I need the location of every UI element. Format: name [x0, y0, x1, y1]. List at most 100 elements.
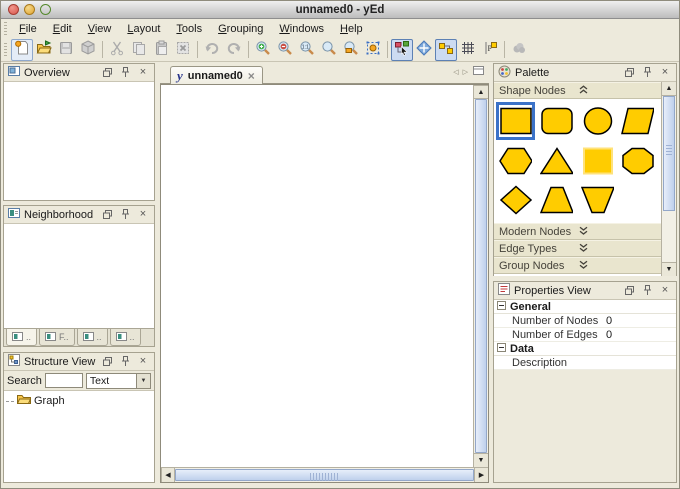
cloud-button[interactable] — [508, 39, 530, 61]
scroll-right-icon[interactable]: ▶ — [474, 468, 488, 482]
navigation-mode-button[interactable] — [413, 39, 435, 61]
palette-scrollbar[interactable]: ▲ ▼ — [661, 82, 676, 276]
vertical-scroll-thumb[interactable] — [475, 99, 487, 453]
redo-button[interactable] — [223, 39, 245, 61]
graph-canvas[interactable] — [161, 85, 473, 467]
zoom-to-area-button[interactable] — [340, 39, 362, 61]
properties-float-button[interactable] — [622, 284, 636, 298]
tab-list-icon[interactable] — [472, 64, 485, 80]
palette-shape-triangle[interactable] — [537, 142, 576, 180]
fit-content-button[interactable] — [318, 39, 340, 61]
save-button[interactable] — [55, 39, 77, 61]
tab-scroll-right-icon[interactable]: ▷ — [463, 68, 468, 76]
palette-shape-ellipse[interactable] — [578, 102, 617, 140]
canvas-horizontal-scrollbar[interactable]: ◀ ▶ — [161, 467, 488, 482]
palette-shape-parallelogram[interactable] — [618, 102, 657, 140]
section-edge-types[interactable]: Edge Types — [494, 240, 661, 257]
overview-float-button[interactable] — [100, 66, 114, 80]
fit-selection-button[interactable] — [362, 39, 384, 61]
menu-grouping[interactable]: Grouping — [210, 21, 271, 37]
neighborhood-close-button[interactable]: × — [136, 208, 150, 222]
properties-pin-button[interactable] — [640, 284, 654, 298]
collapse-box-icon[interactable] — [497, 343, 506, 355]
document-tab-close-icon[interactable]: × — [248, 70, 255, 82]
paste-button[interactable] — [150, 39, 172, 61]
palette-pin-button[interactable] — [640, 66, 654, 80]
structure-pin-button[interactable] — [118, 355, 132, 369]
neighborhood-content[interactable] — [4, 224, 154, 328]
edit-mode-button[interactable] — [391, 39, 413, 61]
section-modern-nodes[interactable]: Modern Nodes — [494, 223, 661, 240]
overview-close-button[interactable]: × — [136, 66, 150, 80]
neighborhood-float-button[interactable] — [100, 208, 114, 222]
structure-close-button[interactable]: × — [136, 355, 150, 369]
open-button[interactable] — [33, 39, 55, 61]
undo-button[interactable] — [201, 39, 223, 61]
palette-shape-octagon[interactable] — [618, 142, 657, 180]
palette-shape-trapezoid[interactable] — [537, 181, 576, 219]
properties-close-button[interactable]: × — [658, 284, 672, 298]
close-window-button[interactable] — [8, 4, 19, 15]
section-shape-nodes[interactable]: Shape Nodes — [494, 82, 661, 99]
search-input[interactable] — [45, 373, 83, 388]
label-placement-button[interactable]: P — [479, 39, 501, 61]
tree-item-graph[interactable]: Graph — [4, 391, 154, 411]
palette-float-button[interactable] — [622, 66, 636, 80]
copy-button[interactable] — [128, 39, 150, 61]
palette-shape-hexagon[interactable] — [496, 142, 535, 180]
minimize-window-button[interactable] — [24, 4, 35, 15]
scroll-up-icon[interactable]: ▲ — [474, 85, 488, 99]
palette-shape-borderless-rectangle[interactable] — [578, 142, 617, 180]
chevron-down-icon[interactable]: ▼ — [136, 374, 150, 388]
palette-shape-inverted-trapezoid[interactable] — [578, 181, 617, 219]
zoom-out-icon — [277, 40, 293, 59]
palette-close-button[interactable]: × — [658, 66, 672, 80]
tab-folder-contents[interactable]: F.. — [39, 329, 75, 346]
menu-layout[interactable]: Layout — [119, 21, 168, 37]
properties-group-data[interactable]: Data — [494, 342, 676, 356]
description-value[interactable] — [602, 356, 676, 369]
toolbar-grip[interactable] — [4, 43, 7, 57]
tab-neighborhood[interactable]: .. — [6, 329, 37, 346]
scroll-down-icon[interactable]: ▼ — [474, 453, 488, 467]
scroll-left-icon[interactable]: ◀ — [161, 468, 175, 482]
zoom-out-button[interactable] — [274, 39, 296, 61]
collapse-box-icon[interactable] — [497, 301, 506, 313]
section-group-nodes[interactable]: Group Nodes — [494, 257, 661, 274]
zoom-in-button[interactable] — [252, 39, 274, 61]
zoom-window-button[interactable] — [40, 4, 51, 15]
delete-button[interactable] — [172, 39, 194, 61]
canvas-vertical-scrollbar[interactable]: ▲ ▼ — [473, 85, 488, 467]
properties-group-general[interactable]: General — [494, 300, 676, 314]
tab-successors[interactable]: .. — [110, 329, 141, 346]
menu-tools[interactable]: Tools — [168, 21, 210, 37]
tab-scroll-left-icon[interactable]: ◁ — [453, 68, 458, 76]
grid-button[interactable] — [457, 39, 479, 61]
palette-shape-rounded-rectangle[interactable] — [537, 102, 576, 140]
overview-pin-button[interactable] — [118, 66, 132, 80]
scroll-down-icon[interactable]: ▼ — [662, 262, 676, 276]
undo-icon — [204, 40, 220, 59]
new-document-button[interactable] — [11, 39, 33, 61]
export-button[interactable] — [77, 39, 99, 61]
menu-edit[interactable]: Edit — [45, 21, 80, 37]
palette-shape-diamond[interactable] — [496, 181, 535, 219]
tab-predecessors[interactable]: .. — [77, 329, 108, 346]
neighborhood-pin-button[interactable] — [118, 208, 132, 222]
palette-scroll-thumb[interactable] — [663, 96, 675, 211]
overview-content[interactable] — [4, 82, 154, 200]
menu-help[interactable]: Help — [332, 21, 371, 37]
menu-file[interactable]: File — [11, 21, 45, 37]
snap-mode-button[interactable] — [435, 39, 457, 61]
scroll-up-icon[interactable]: ▲ — [662, 82, 676, 96]
cut-button[interactable] — [106, 39, 128, 61]
menu-view[interactable]: View — [80, 21, 120, 37]
document-tab-unnamed0[interactable]: y unnamed0 × — [170, 66, 263, 84]
zoom-actual-size-button[interactable]: 1:1 — [296, 39, 318, 61]
menubar-grip[interactable] — [4, 22, 7, 36]
palette-shape-rectangle[interactable] — [496, 102, 535, 140]
menu-windows[interactable]: Windows — [271, 21, 332, 37]
horizontal-scroll-thumb[interactable] — [175, 469, 474, 481]
structure-float-button[interactable] — [100, 355, 114, 369]
search-mode-combobox[interactable]: Text ▼ — [86, 373, 151, 389]
